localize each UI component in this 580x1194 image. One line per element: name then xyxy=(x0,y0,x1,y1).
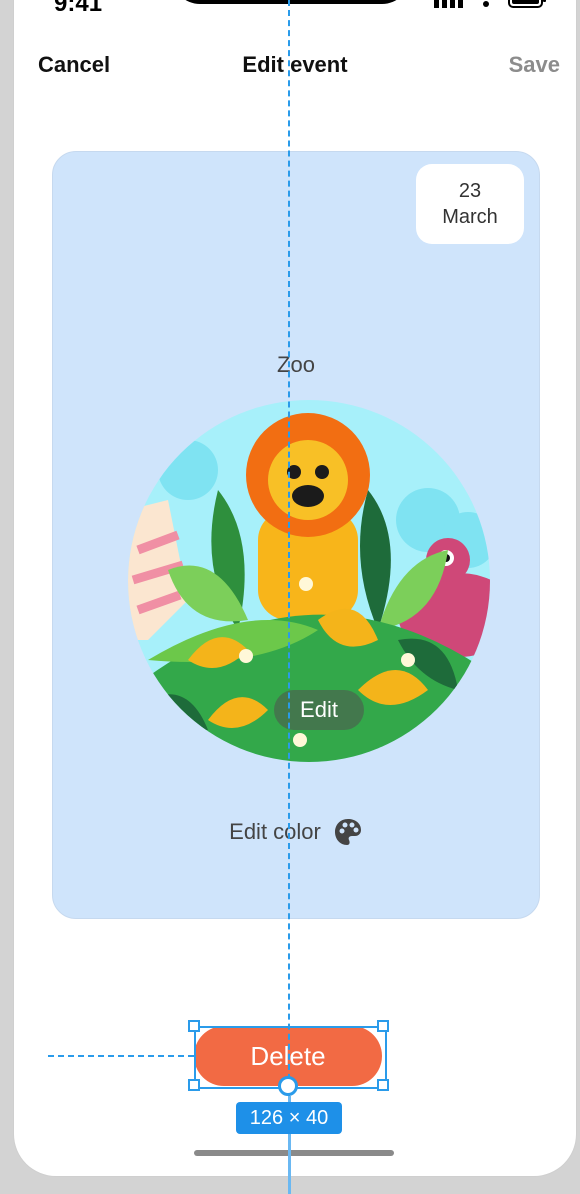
signal-icon xyxy=(434,0,463,8)
event-illustration[interactable]: Edit xyxy=(128,400,490,762)
device-notch xyxy=(172,0,410,4)
phone-screen: 9:41 Cancel Edit event Save 23 March Zoo xyxy=(14,0,576,1176)
vertical-guide xyxy=(288,0,290,1120)
event-card: 23 March Zoo Edit Edit color xyxy=(52,151,540,919)
horizontal-guide xyxy=(48,1055,194,1057)
wifi-icon xyxy=(480,0,492,7)
palette-icon xyxy=(334,819,361,845)
date-day: 23 xyxy=(458,180,482,202)
anchor-handle[interactable] xyxy=(278,1076,298,1096)
page-title: Edit event xyxy=(242,52,348,77)
resize-handle-top-left[interactable] xyxy=(188,1020,200,1032)
status-time: 9:41 xyxy=(54,0,103,17)
date-month: March xyxy=(442,206,498,228)
edit-color-button[interactable]: Edit color xyxy=(53,817,539,847)
event-name[interactable]: Zoo xyxy=(53,352,539,378)
resize-handle-bottom-right[interactable] xyxy=(377,1079,389,1091)
resize-handle-bottom-left[interactable] xyxy=(188,1079,200,1091)
save-button[interactable]: Save xyxy=(509,52,560,78)
edit-color-label: Edit color xyxy=(229,819,321,844)
battery-icon xyxy=(508,0,546,8)
status-icons xyxy=(434,0,548,8)
resize-handle-top-right[interactable] xyxy=(377,1020,389,1032)
home-indicator xyxy=(194,1150,394,1156)
dimension-label: 126 × 40 xyxy=(236,1102,342,1134)
date-badge[interactable]: 23 March xyxy=(416,164,524,244)
